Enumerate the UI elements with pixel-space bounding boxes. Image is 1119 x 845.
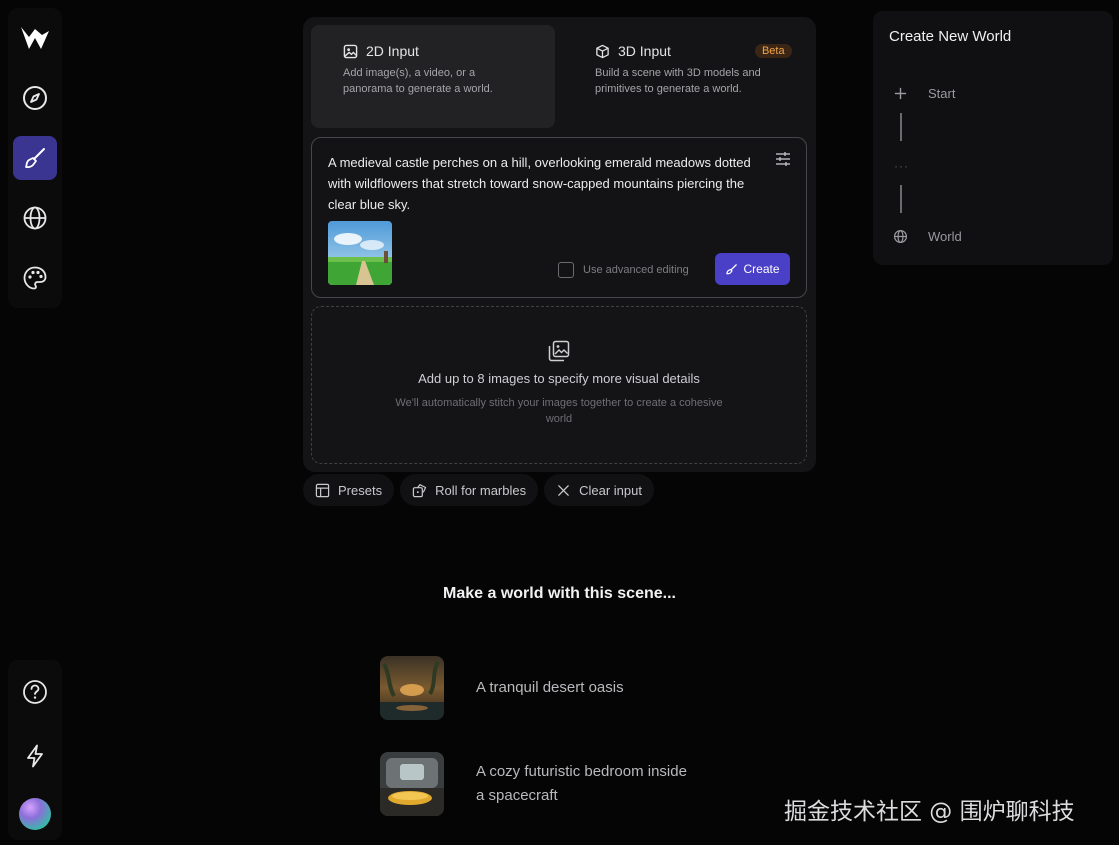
tab-3d-header: 3D Input Beta <box>595 43 807 59</box>
advanced-editing-label: Use advanced editing <box>583 264 689 276</box>
scene-item-desert-oasis[interactable]: A tranquil desert oasis <box>380 656 696 720</box>
tab-3d-description: Build a scene with 3D models and primiti… <box>595 67 761 95</box>
roll-label: Roll for marbles <box>435 482 527 498</box>
sliders-icon[interactable] <box>774 150 792 168</box>
clear-input-button[interactable]: Clear input <box>544 474 654 506</box>
clear-label: Clear input <box>579 482 642 498</box>
advanced-editing-checkbox[interactable] <box>558 262 574 278</box>
scene-label: A cozy futuristic bedroom inside a space… <box>476 763 687 804</box>
create-card: 2D Input Add image(s), a video, or a pan… <box>303 17 816 472</box>
tab-2d-description: Add image(s), a video, or a panorama to … <box>343 67 493 95</box>
step-start-label: Start <box>928 86 956 101</box>
plus-icon <box>894 87 907 100</box>
presets-button[interactable]: Presets <box>303 474 395 506</box>
brand-logo[interactable] <box>15 16 55 60</box>
sidebar <box>8 8 62 308</box>
create-world-panel: Create New World Start ··· World <box>873 11 1113 265</box>
lightning-icon <box>27 744 43 768</box>
step-connector <box>900 113 902 141</box>
presets-label: Presets <box>338 482 383 498</box>
sidebar-bottom <box>8 660 62 840</box>
step-connector <box>900 185 902 213</box>
help-icon <box>23 680 47 704</box>
beta-badge: Beta <box>754 44 792 58</box>
action-chips: Presets Roll for marbles Clear input <box>303 474 654 506</box>
dice-icon <box>412 483 427 497</box>
step-world[interactable]: World <box>893 229 962 244</box>
scene-label: A tranquil desert oasis <box>476 679 624 696</box>
panel-title: Create New World <box>889 28 1012 45</box>
palette-icon <box>23 266 47 290</box>
sidebar-item-explore[interactable] <box>13 76 57 120</box>
create-button[interactable]: Create <box>715 253 790 285</box>
brush-icon <box>25 148 45 169</box>
brush-icon <box>726 263 738 274</box>
close-icon <box>558 484 569 496</box>
bedroom-image <box>380 752 444 816</box>
desert-oasis-thumbnail <box>380 656 444 720</box>
dropzone-title: Add up to 8 images to specify more visua… <box>418 371 700 386</box>
tab-3d-label: 3D Input <box>618 43 671 59</box>
logo-icon <box>21 27 49 49</box>
sidebar-top <box>8 8 62 308</box>
tab-2d-input[interactable]: 2D Input Add image(s), a video, or a pan… <box>311 25 555 128</box>
cube-icon <box>596 44 609 58</box>
oasis-image <box>380 656 444 720</box>
step-world-label: World <box>928 229 962 244</box>
input-image-thumbnail[interactable] <box>328 221 392 285</box>
layout-icon <box>315 483 330 497</box>
dropzone-subtitle: We'll automatically stitch your images t… <box>395 397 723 425</box>
help-button[interactable] <box>13 670 57 714</box>
upgrade-button[interactable] <box>13 734 57 778</box>
globe-icon <box>893 229 908 244</box>
globe-icon <box>23 206 47 230</box>
bedroom-thumbnail <box>380 752 444 816</box>
prompt-box[interactable]: A medieval castle perches on a hill, ove… <box>311 137 807 298</box>
scene-heading: Make a world with this scene... <box>443 585 676 602</box>
step-ellipsis: ··· <box>894 159 909 173</box>
image-dropzone[interactable]: Add up to 8 images to specify more visua… <box>311 306 807 464</box>
sidebar-item-create[interactable] <box>13 136 57 180</box>
add-images-icon <box>548 340 570 362</box>
advanced-editing-toggle[interactable]: Use advanced editing <box>558 262 689 278</box>
roll-for-marbles-button[interactable]: Roll for marbles <box>400 474 539 506</box>
prompt-text[interactable]: A medieval castle perches on a hill, ove… <box>328 152 768 215</box>
sidebar-item-styles[interactable] <box>13 256 57 300</box>
tab-2d-label: 2D Input <box>366 43 419 59</box>
create-label: Create <box>743 262 780 276</box>
image-icon <box>343 44 358 58</box>
avatar[interactable] <box>19 798 51 830</box>
watermark: 掘金技术社区 @ 围炉聊科技 <box>784 799 1075 825</box>
tab-3d-input[interactable]: 3D Input Beta Build a scene with 3D mode… <box>563 25 807 128</box>
compass-icon <box>23 86 47 110</box>
sidebar-item-worlds[interactable] <box>13 196 57 240</box>
tab-2d-header: 2D Input <box>343 43 555 59</box>
scene-item-futuristic-bedroom[interactable]: A cozy futuristic bedroom inside a space… <box>380 752 696 816</box>
meadow-image <box>328 221 392 285</box>
step-start[interactable]: Start <box>893 86 955 101</box>
